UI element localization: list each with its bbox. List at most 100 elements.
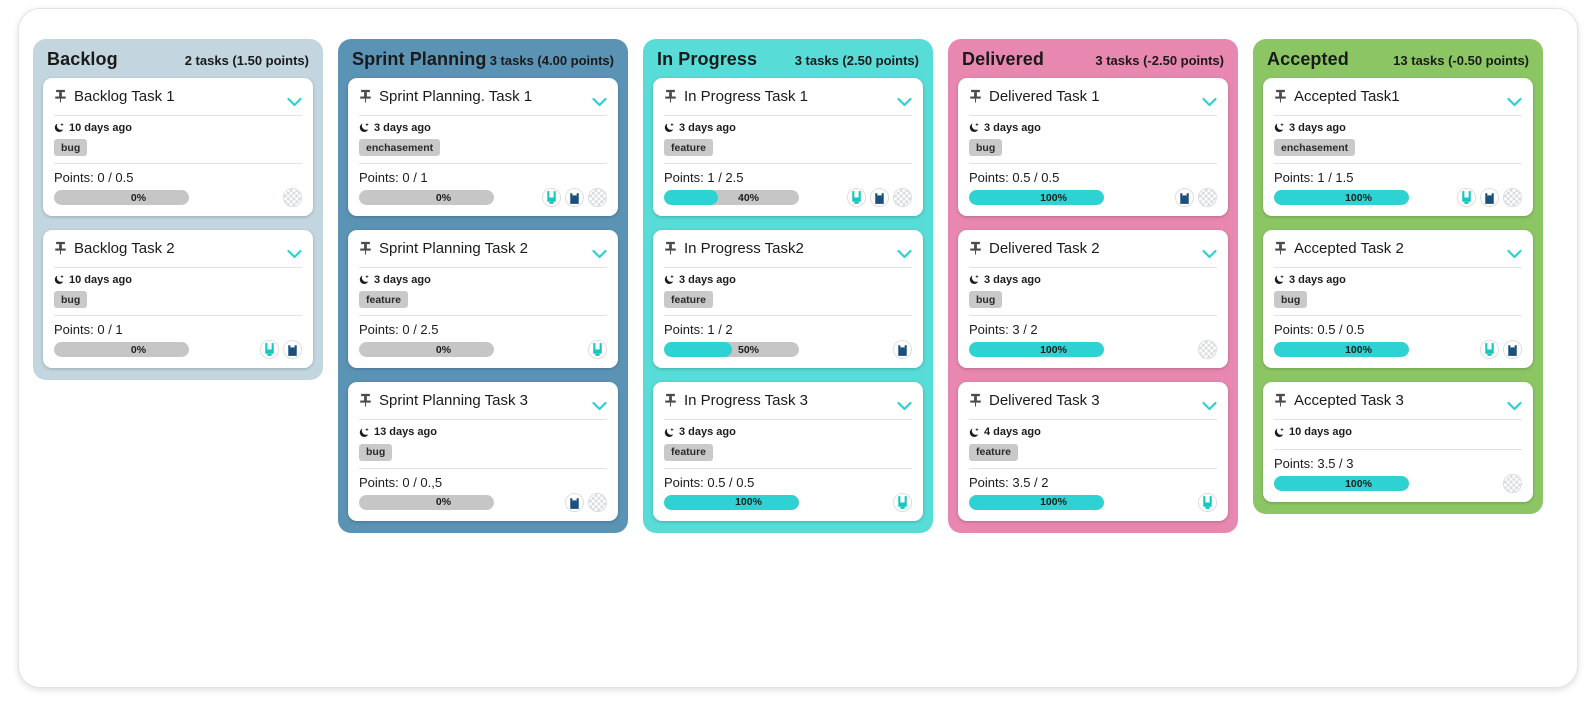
card-progress-row: 0% — [359, 492, 607, 512]
chevron-down-icon[interactable] — [897, 97, 912, 107]
card-timestamp-row: 3 days ago — [969, 268, 1217, 289]
chevron-down-icon[interactable] — [1507, 97, 1522, 107]
card-tag[interactable]: bug — [359, 443, 393, 461]
avatar[interactable] — [893, 492, 912, 512]
chevron-down-icon[interactable] — [287, 97, 302, 107]
avatar[interactable] — [542, 188, 561, 208]
task-card[interactable]: Delivered Task 2 3 days ago bug Points: 3 /… — [958, 230, 1228, 369]
card-title-block: Delivered Task 1 — [969, 87, 1100, 108]
card-title: In Progress Task 3 — [684, 392, 808, 410]
avatar[interactable] — [565, 188, 584, 208]
pin-icon — [970, 394, 981, 407]
chevron-down-icon[interactable] — [592, 401, 607, 411]
moon-icon — [664, 123, 674, 133]
chevron-down-icon[interactable] — [287, 249, 302, 259]
task-card[interactable]: Accepted Task1 3 days ago enchasement Point… — [1263, 78, 1533, 217]
column-header-accepted: Accepted 13 tasks (-0.50 points) — [1253, 39, 1543, 78]
task-card[interactable]: Delivered Task 1 3 days ago bug Points: 0.5… — [958, 78, 1228, 217]
kanban-column-delivered[interactable]: Delivered 3 tasks (-2.50 points) Delivered… — [948, 39, 1238, 533]
card-title-row: In Progress Task2 — [664, 239, 912, 267]
card-timestamp: 3 days ago — [984, 273, 1041, 286]
task-card[interactable]: Sprint Planning Task 2 3 days ago feature P… — [348, 230, 618, 369]
assignee-avatars — [565, 492, 607, 512]
card-timestamp: 3 days ago — [1289, 273, 1346, 286]
card-title-block: In Progress Task 3 — [664, 391, 808, 412]
avatar[interactable] — [1198, 188, 1217, 208]
avatar[interactable] — [1480, 188, 1499, 208]
kanban-column-backlog[interactable]: Backlog 2 tasks (1.50 points) Backlog Task… — [33, 39, 323, 381]
card-progress-row: 100% — [1274, 188, 1522, 208]
card-tag[interactable]: bug — [1274, 291, 1308, 309]
task-card[interactable]: Accepted Task 2 3 days ago bug Points: 0.5 … — [1263, 230, 1533, 369]
card-tag[interactable]: bug — [969, 291, 1003, 309]
moon-icon — [359, 275, 369, 285]
card-tag[interactable]: enchasement — [1274, 139, 1356, 157]
avatar[interactable] — [1503, 474, 1522, 494]
moon-icon — [359, 427, 369, 437]
chevron-down-icon[interactable] — [1202, 401, 1217, 411]
avatar[interactable] — [565, 492, 584, 512]
chevron-down-icon[interactable] — [1507, 249, 1522, 259]
avatar[interactable] — [1198, 340, 1217, 360]
avatar[interactable] — [893, 188, 912, 208]
task-card[interactable]: Backlog Task 2 10 days ago bug Points: 0 / … — [43, 230, 313, 369]
chevron-down-icon[interactable] — [897, 401, 912, 411]
chevron-down-icon[interactable] — [1507, 401, 1522, 411]
chevron-down-icon[interactable] — [1202, 249, 1217, 259]
card-tag[interactable]: enchasement — [359, 139, 441, 157]
card-points-label: Points: 0 / 0.5 — [54, 170, 134, 186]
task-card[interactable]: Delivered Task 3 4 days ago feature Points:… — [958, 382, 1228, 521]
chevron-down-icon[interactable] — [592, 249, 607, 259]
avatar[interactable] — [283, 188, 302, 208]
chevron-down-icon[interactable] — [592, 97, 607, 107]
card-timestamp-row: 3 days ago — [359, 116, 607, 137]
card-progress-row: 100% — [1274, 340, 1522, 360]
chevron-down-icon[interactable] — [1202, 97, 1217, 107]
task-card[interactable]: In Progress Task 1 3 days ago feature Point… — [653, 78, 923, 217]
avatar[interactable] — [1503, 188, 1522, 208]
avatar[interactable] — [1175, 188, 1194, 208]
kanban-column-sprint-planning[interactable]: Sprint Planning 3 tasks (4.00 points) Spri… — [338, 39, 628, 533]
card-tag[interactable]: bug — [54, 139, 88, 157]
assignee-avatars — [893, 492, 912, 512]
avatar[interactable] — [1198, 492, 1217, 512]
moon-icon — [969, 123, 979, 133]
card-title-block: Sprint Planning. Task 1 — [359, 87, 532, 108]
avatar[interactable] — [893, 340, 912, 360]
avatar[interactable] — [260, 340, 279, 360]
kanban-board-frame: Backlog 2 tasks (1.50 points) Backlog Task… — [18, 8, 1578, 688]
card-tag[interactable]: feature — [664, 139, 714, 157]
card-tag[interactable]: feature — [359, 291, 409, 309]
task-card[interactable]: In Progress Task2 3 days ago feature Points… — [653, 230, 923, 369]
avatar[interactable] — [588, 492, 607, 512]
task-card[interactable]: Sprint Planning. Task 1 3 days ago enchase… — [348, 78, 618, 217]
avatar[interactable] — [870, 188, 889, 208]
card-points-label: Points: 3.5 / 2 — [969, 474, 1049, 490]
assignee-avatars — [1198, 340, 1217, 360]
task-card[interactable]: Backlog Task 1 10 days ago bug Points: 0 / … — [43, 78, 313, 217]
task-card[interactable]: In Progress Task 3 3 days ago feature Point… — [653, 382, 923, 521]
task-card[interactable]: Sprint Planning Task 3 13 days ago bug Poin… — [348, 382, 618, 521]
card-timestamp-row: 13 days ago — [359, 420, 607, 441]
avatar[interactable] — [283, 340, 302, 360]
progress-percent: 50% — [737, 343, 759, 356]
card-progress-row: 100% — [969, 188, 1217, 208]
card-title: Delivered Task 3 — [989, 392, 1100, 410]
avatar[interactable] — [588, 188, 607, 208]
card-tag[interactable]: feature — [664, 443, 714, 461]
avatar[interactable] — [1480, 340, 1499, 360]
avatar[interactable] — [847, 188, 866, 208]
task-card[interactable]: Accepted Task 3 10 days ago Points: 3.5 / … — [1263, 382, 1533, 503]
kanban-column-accepted[interactable]: Accepted 13 tasks (-0.50 points) Accepted … — [1253, 39, 1543, 515]
kanban-column-in-progress[interactable]: In Progress 3 tasks (2.50 points) In Progr… — [643, 39, 933, 533]
avatar[interactable] — [588, 340, 607, 360]
card-tag[interactable]: bug — [969, 139, 1003, 157]
card-tag[interactable]: bug — [54, 291, 88, 309]
avatar[interactable] — [1457, 188, 1476, 208]
card-tag[interactable]: feature — [664, 291, 714, 309]
chevron-down-icon[interactable] — [897, 249, 912, 259]
card-list: Delivered Task 1 3 days ago bug Points: 0.5… — [948, 78, 1238, 521]
card-tag[interactable]: feature — [969, 443, 1019, 461]
avatar[interactable] — [1503, 340, 1522, 360]
pin-icon — [970, 242, 981, 255]
